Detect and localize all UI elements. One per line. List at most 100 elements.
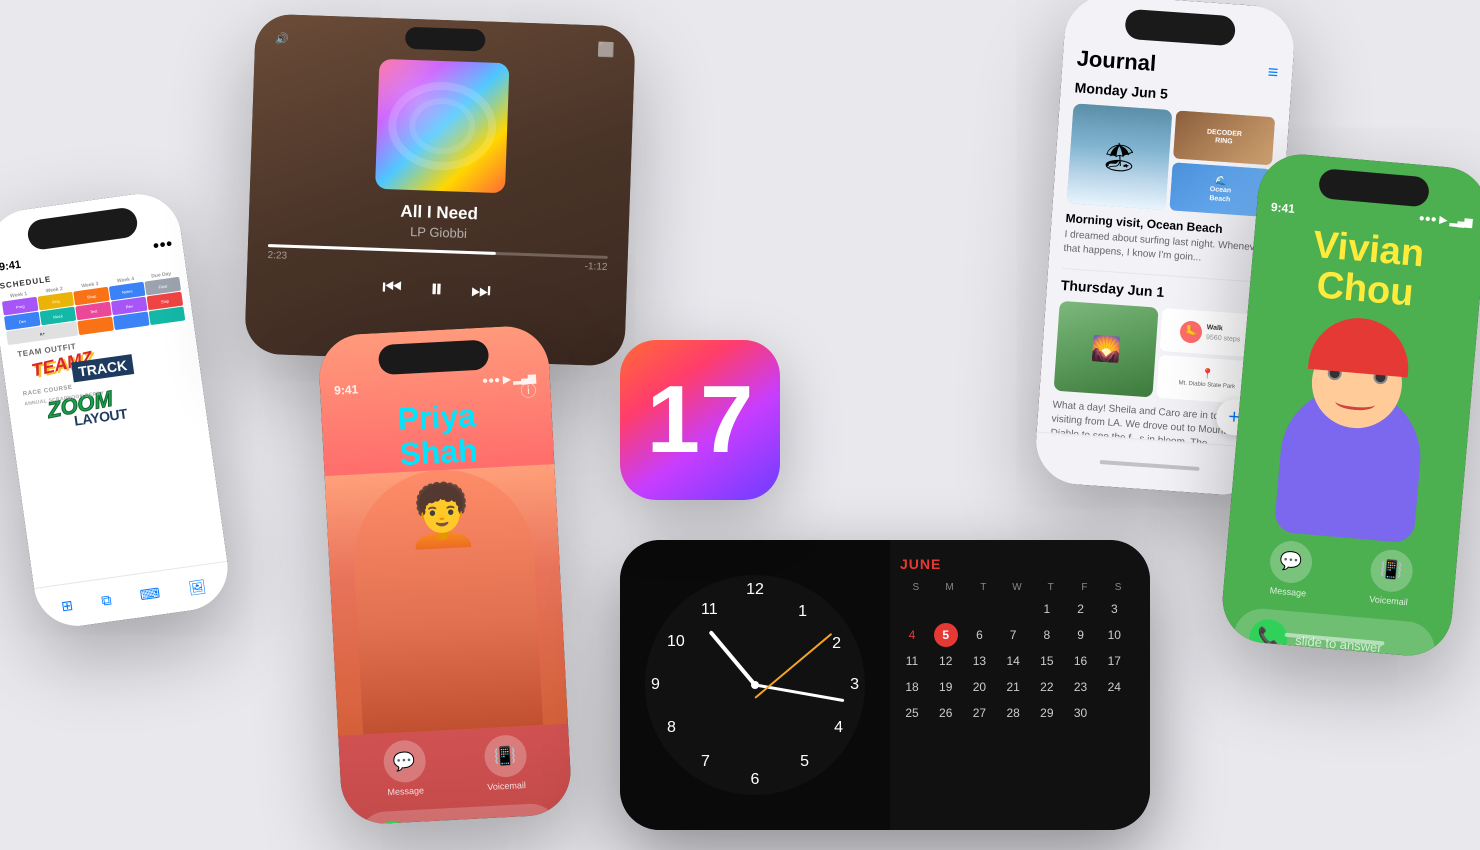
- ios17-number: 17: [647, 372, 754, 468]
- priya-name-text: Priya Shah: [321, 394, 554, 476]
- vivian-memoji: [1254, 310, 1452, 545]
- clock-face: 12 1 2 3 4 5 6 7 8 9 10 11: [620, 540, 890, 830]
- cal-day-28: 28: [1001, 701, 1025, 725]
- cal-day-9: 9: [1069, 623, 1093, 647]
- clock-num-3: 3: [850, 676, 859, 694]
- call-actions: 💬 Message 📳 Voicemail: [338, 724, 571, 808]
- cal-header-s2: S: [1102, 580, 1134, 595]
- music-controls: ⏮ ⏸ ⏭: [246, 266, 627, 311]
- vivian-name-text: Vivian Chou: [1265, 222, 1469, 319]
- clock-num-2: 2: [832, 635, 841, 653]
- priya-time: 9:41: [334, 382, 359, 397]
- cal-day-12: 12: [934, 649, 958, 673]
- memoji-hat: [1308, 314, 1412, 378]
- vivian-avatar-area: [1229, 308, 1477, 547]
- cal-day-8: 8: [1035, 623, 1059, 647]
- pause-button[interactable]: ⏸: [429, 273, 443, 305]
- vivian-message-label: Message: [1269, 585, 1306, 598]
- cal-day-4: 4: [900, 623, 924, 647]
- message-action[interactable]: 💬 Message: [382, 740, 427, 798]
- journal-title: Journal: [1076, 45, 1157, 76]
- location-icon: 📍: [1201, 369, 1214, 381]
- vivian-voicemail-icon: 📳: [1368, 548, 1414, 594]
- vivian-message-action[interactable]: 💬 Message: [1267, 539, 1314, 598]
- cal-day-3: 3: [1102, 597, 1126, 621]
- cal-header-t2: T: [1035, 580, 1067, 595]
- vivian-screen: 9:41 ●●● ▶ ▂▄▆ Vivian Chou: [1219, 151, 1480, 659]
- journal-photos-1: 🏖 DECODERRING 🌊 OceanBeach: [1067, 103, 1275, 217]
- music-volume-icon: 🔊: [275, 32, 289, 45]
- cal-day-17: 17: [1102, 649, 1126, 673]
- clock-num-11: 11: [701, 601, 718, 619]
- cal-header-t1: T: [967, 580, 999, 595]
- cal-header-m: M: [934, 580, 966, 595]
- calendar-panel: JUNE S M T W T F S 1 2 3 4 5 6 7 8 9 10: [890, 540, 1150, 830]
- priya-figure: 🧑‍🦱: [350, 466, 543, 735]
- walk-steps: 9560 steps: [1206, 333, 1241, 344]
- cal-header-f: F: [1069, 580, 1101, 595]
- location-text: Mt. Diablo State Park: [1178, 380, 1235, 392]
- cal-day-14: 14: [1001, 649, 1025, 673]
- cal-day-27: 27: [967, 701, 991, 725]
- calendar-month: JUNE: [900, 556, 1134, 572]
- voicemail-icon: 📳: [483, 734, 527, 778]
- cal-day-empty-4: [1001, 597, 1025, 621]
- message-label: Message: [387, 786, 424, 798]
- cal-day-23: 23: [1069, 675, 1093, 699]
- vivian-voicemail-label: Voicemail: [1369, 594, 1408, 607]
- cal-day-30: 30: [1069, 701, 1093, 725]
- journal-photos-2: 🌄 🦶 Walk 9560 steps 📍 Mt. Diablo State: [1054, 301, 1262, 405]
- tab-icon-1: ⊞: [60, 597, 74, 615]
- clock-circle: 12 1 2 3 4 5 6 7 8 9 10 11: [645, 575, 865, 795]
- hour-hand: [708, 630, 756, 686]
- tab-icon-4: 🖼: [187, 578, 207, 597]
- clock-num-6: 6: [751, 771, 760, 789]
- clock-center: [751, 681, 759, 689]
- clock-num-1: 1: [798, 603, 807, 621]
- cal-day-11: 11: [900, 649, 924, 673]
- priya-photo-area: 🧑‍🦱: [325, 464, 568, 736]
- clock-num-4: 4: [834, 719, 843, 737]
- cal-day-2: 2: [1069, 597, 1093, 621]
- cal-day-21: 21: [1001, 675, 1025, 699]
- cal-day-6: 6: [967, 623, 991, 647]
- info-button[interactable]: ⓘ: [520, 377, 537, 402]
- clock-num-12: 12: [746, 581, 764, 599]
- rewind-button[interactable]: ⏮: [382, 274, 403, 301]
- tab-icon-3: ⌨: [139, 585, 161, 605]
- cal-day-29: 29: [1035, 701, 1059, 725]
- walk-icon: 🦶: [1180, 320, 1203, 343]
- journal-menu-icon[interactable]: ≡: [1267, 61, 1279, 83]
- music-battery: ⬜: [597, 41, 615, 59]
- clock-num-7: 7: [701, 753, 710, 771]
- calendar-grid: S M T W T F S 1 2 3 4 5 6 7 8 9 10 11 12: [900, 580, 1134, 725]
- music-phone: 🔊 ⬜ All I Need LP Giobbi 2:23 -1:12 ⏮ ⏸ …: [244, 13, 636, 366]
- cal-day-empty-2: [934, 597, 958, 621]
- cal-header-w: W: [1001, 580, 1033, 595]
- cal-day-19: 19: [934, 675, 958, 699]
- vivian-voicemail-action[interactable]: 📳 Voicemail: [1367, 548, 1414, 607]
- sticker-area: Team Outfit TEAMZ ZOOM RACE COURSE ANNUA…: [9, 326, 214, 549]
- journal-photo-decoder: DECODERRING: [1173, 110, 1275, 165]
- schedule-icons: ●●●: [152, 237, 173, 252]
- cal-day-empty-3: [967, 597, 991, 621]
- clock-num-5: 5: [800, 753, 809, 771]
- home-indicator-journal: [1100, 459, 1200, 470]
- cal-day-empty-1: [900, 597, 924, 621]
- cal-day-5-today: 5: [934, 623, 958, 647]
- ios17-icon: 17: [620, 340, 780, 500]
- forward-button[interactable]: ⏭: [471, 277, 492, 304]
- priya-name-area: Priya Shah: [321, 394, 554, 476]
- cal-day-22: 22: [1035, 675, 1059, 699]
- clock-num-10: 10: [667, 633, 685, 651]
- cal-day-18: 18: [900, 675, 924, 699]
- walk-info: Walk 9560 steps: [1206, 324, 1241, 345]
- voicemail-action[interactable]: 📳 Voicemail: [483, 734, 528, 792]
- cal-header-s: S: [900, 580, 932, 595]
- priya-status-bar: 9:41 ●●● ▶ ▂▄▆: [317, 324, 550, 398]
- cal-day-24: 24: [1102, 675, 1126, 699]
- cal-day-26: 26: [934, 701, 958, 725]
- cal-day-10: 10: [1102, 623, 1126, 647]
- cal-day-20: 20: [967, 675, 991, 699]
- time-current: 2:23: [267, 250, 287, 262]
